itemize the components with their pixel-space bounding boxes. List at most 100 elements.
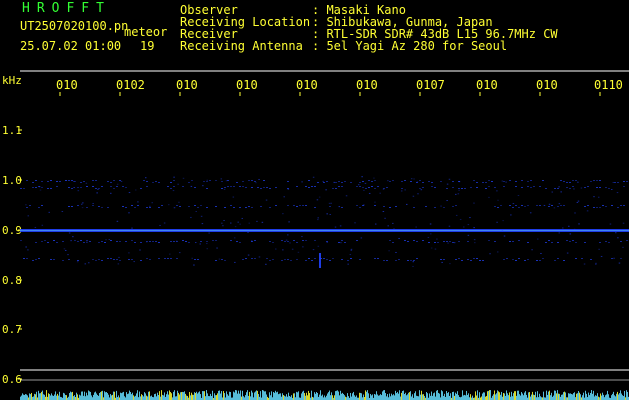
amplitude-bar — [375, 394, 376, 400]
noise-speck — [68, 187, 70, 188]
amplitude-bar — [570, 393, 571, 400]
noise-speck — [338, 181, 340, 182]
noise-speck — [407, 241, 409, 242]
amplitude-bar — [500, 394, 501, 400]
noise-speck — [116, 220, 119, 222]
noise-speck — [308, 180, 310, 181]
noise-speck — [574, 212, 576, 214]
noise-speck — [467, 259, 469, 260]
amplitude-bar — [64, 393, 65, 400]
amplitude-bar — [331, 392, 332, 400]
noise-speck — [401, 181, 403, 182]
noise-speck — [610, 189, 613, 191]
amplitude-bar — [530, 396, 531, 400]
noise-speck — [27, 215, 30, 217]
noise-speck — [32, 187, 34, 188]
noise-speck — [623, 186, 625, 187]
noise-speck — [373, 177, 375, 179]
noise-speck — [195, 210, 197, 212]
noise-speck — [62, 241, 64, 242]
noise-speck — [362, 187, 364, 188]
amplitude-bar — [470, 394, 471, 400]
noise-speck — [356, 186, 358, 187]
noise-speck — [68, 206, 70, 207]
amplitude-bar — [304, 393, 305, 400]
noise-speck — [377, 186, 379, 187]
noise-speck — [230, 240, 232, 241]
noise-speck — [563, 260, 565, 261]
noise-speck — [272, 259, 274, 260]
noise-speck — [384, 217, 386, 219]
noise-speck — [386, 260, 388, 261]
noise-speck — [543, 204, 546, 206]
noise-speck — [599, 207, 601, 208]
amplitude-bar — [432, 395, 433, 400]
amplitude-bar — [94, 392, 95, 400]
noise-speck — [590, 259, 592, 260]
amplitude-bar — [390, 396, 391, 400]
noise-speck — [577, 200, 580, 202]
noise-speck — [557, 258, 559, 259]
amplitude-bar — [46, 390, 47, 400]
amplitude-bar — [95, 391, 96, 400]
amplitude-bar — [185, 393, 186, 400]
amplitude-bar — [421, 390, 422, 400]
noise-speck — [419, 180, 421, 181]
amplitude-bar — [450, 393, 451, 400]
noise-speck — [98, 188, 100, 189]
amplitude-bar — [454, 395, 455, 400]
noise-speck — [572, 240, 574, 241]
noise-speck — [503, 186, 505, 187]
noise-speck — [387, 180, 389, 182]
amplitude-bar — [134, 396, 135, 400]
amplitude-bar — [85, 396, 86, 400]
amplitude-bar — [573, 393, 574, 400]
noise-speck — [173, 186, 175, 187]
noise-speck — [212, 240, 214, 241]
amplitude-bar — [255, 391, 256, 400]
noise-speck — [569, 241, 571, 242]
noise-speck — [452, 181, 454, 182]
noise-speck — [430, 247, 433, 249]
amplitude-bar — [591, 390, 592, 400]
noise-speck — [314, 186, 316, 187]
amplitude-bar — [274, 392, 275, 400]
amplitude-bar — [611, 395, 612, 400]
amplitude-bar — [235, 390, 236, 400]
amplitude-bar — [613, 391, 614, 400]
noise-speck — [288, 221, 290, 223]
noise-speck — [356, 240, 358, 241]
noise-speck — [379, 192, 381, 194]
noise-speck — [172, 190, 175, 192]
amplitude-bar — [162, 394, 163, 400]
noise-speck — [413, 240, 415, 241]
noise-speck — [245, 258, 247, 259]
noise-speck — [364, 182, 367, 184]
noise-speck — [263, 187, 265, 188]
noise-speck — [463, 226, 465, 228]
noise-speck — [188, 206, 190, 207]
noise-speck — [302, 205, 304, 206]
noise-speck — [341, 240, 343, 241]
noise-speck — [258, 256, 261, 258]
amplitude-bar — [387, 394, 388, 400]
noise-speck — [374, 223, 377, 225]
noise-speck — [77, 205, 79, 206]
noise-speck — [194, 187, 196, 188]
noise-speck — [407, 260, 409, 261]
amplitude-bar — [618, 394, 619, 400]
noise-speck — [573, 188, 575, 190]
amplitude-bar — [27, 395, 28, 400]
amplitude-bar — [107, 393, 108, 400]
noise-speck — [145, 241, 148, 243]
noise-speck — [455, 193, 457, 195]
amplitude-bar — [467, 394, 468, 400]
noise-speck — [512, 259, 514, 260]
amplitude-bar — [147, 396, 148, 400]
noise-speck — [146, 186, 148, 187]
amplitude-bar — [175, 396, 176, 400]
amplitude-bar — [606, 394, 607, 400]
noise-speck — [48, 211, 50, 213]
amplitude-bar — [383, 390, 384, 400]
amplitude-bar — [111, 395, 112, 400]
